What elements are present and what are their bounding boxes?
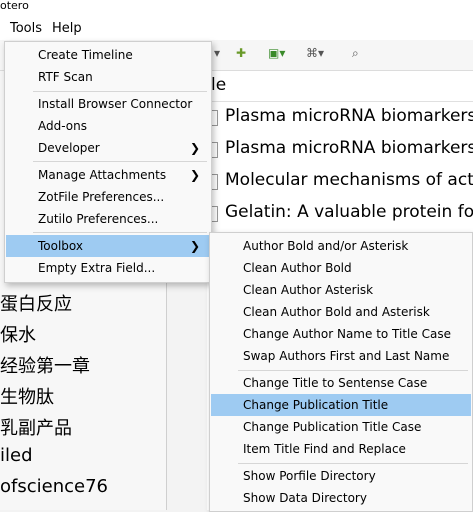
submenu-item-author-name-title-case[interactable]: Change Author Name to Title Case	[211, 323, 471, 345]
collection-item[interactable]: 乳副产品	[0, 414, 72, 440]
menu-separator	[238, 463, 468, 464]
new-item-icon[interactable]: ✚	[236, 46, 246, 60]
table-row[interactable]: Plasma microRNA biomarkers	[207, 135, 473, 165]
attachment-icon[interactable]: ⌘▾	[306, 46, 324, 60]
submenu-item-swap-authors[interactable]: Swap Authors First and Last Name	[211, 345, 471, 367]
menu-help[interactable]: Help	[52, 21, 82, 36]
collection-item[interactable]: ofscience76	[0, 476, 108, 497]
collection-item[interactable]: 保水	[0, 321, 36, 347]
title-bar: otero	[0, 0, 473, 18]
add-attachment-icon[interactable]: ▣▾	[268, 46, 285, 60]
menu-item-create-timeline[interactable]: Create Timeline	[6, 44, 210, 66]
menu-separator	[238, 370, 468, 371]
collection-item[interactable]: 蛋白反应	[0, 290, 72, 316]
menu-item-add-ons[interactable]: Add-ons	[6, 115, 210, 137]
menu-separator	[33, 232, 207, 233]
submenu-item-author-bold-asterisk[interactable]: Author Bold and/or Asterisk	[211, 235, 471, 257]
menu-separator	[33, 161, 207, 162]
submenu-item-change-publication-title[interactable]: Change Publication Title	[211, 394, 471, 416]
item-title: Molecular mechanisms of act	[225, 170, 473, 190]
table-row[interactable]: Gelatin: A valuable protein fo	[207, 199, 473, 229]
submenu-item-show-profile-directory[interactable]: Show Porfile Directory	[211, 465, 471, 487]
menu-tools[interactable]: Tools	[10, 21, 42, 36]
item-title: Plasma microRNA biomarkers	[225, 138, 473, 158]
menu-item-install-browser-connector[interactable]: Install Browser Connector	[6, 93, 210, 115]
menu-item-developer[interactable]: Developer ❯	[6, 137, 210, 159]
submenu-item-clean-author-asterisk[interactable]: Clean Author Asterisk	[211, 279, 471, 301]
tools-menu: Create Timeline RTF Scan Install Browser…	[4, 41, 212, 283]
toolbox-submenu: Author Bold and/or Asterisk Clean Author…	[209, 232, 473, 512]
dropdown-arrow-icon[interactable]: ▾	[214, 46, 220, 60]
submenu-item-clean-author-bold[interactable]: Clean Author Bold	[211, 257, 471, 279]
collection-item[interactable]: 生物肽	[0, 383, 54, 409]
table-row[interactable]: Plasma microRNA biomarkers	[207, 103, 473, 133]
item-title: Plasma microRNA biomarkers	[225, 106, 473, 126]
menu-item-manage-attachments[interactable]: Manage Attachments ❯	[6, 164, 210, 186]
collection-item[interactable]: iled	[0, 445, 33, 466]
menu-bar: Tools Help	[0, 18, 473, 40]
chevron-right-icon: ❯	[189, 239, 200, 253]
menu-item-rtf-scan[interactable]: RTF Scan	[6, 66, 210, 88]
menu-item-zotfile-preferences[interactable]: ZotFile Preferences...	[6, 186, 210, 208]
search-icon[interactable]: ⌕	[352, 46, 359, 61]
window-title: otero	[0, 0, 29, 12]
menu-item-zutilo-preferences[interactable]: Zutilo Preferences...	[6, 208, 210, 230]
menu-separator	[33, 91, 207, 92]
item-title: Gelatin: A valuable protein fo	[225, 202, 473, 222]
submenu-item-title-find-replace[interactable]: Item Title Find and Replace	[211, 438, 471, 460]
chevron-right-icon: ❯	[189, 168, 200, 182]
collection-item[interactable]: 经验第一章	[0, 352, 90, 378]
column-header-title[interactable]: le	[207, 71, 473, 102]
submenu-item-clean-author-bold-asterisk[interactable]: Clean Author Bold and Asterisk	[211, 301, 471, 323]
table-row[interactable]: Molecular mechanisms of act	[207, 167, 473, 197]
menu-item-empty-extra-field[interactable]: Empty Extra Field...	[6, 257, 210, 279]
submenu-item-show-data-directory[interactable]: Show Data Directory	[211, 487, 471, 509]
menu-item-toolbox[interactable]: Toolbox ❯	[6, 235, 210, 257]
submenu-item-title-sentence-case[interactable]: Change Title to Sentense Case	[211, 372, 471, 394]
chevron-right-icon: ❯	[189, 141, 200, 155]
submenu-item-publication-title-case[interactable]: Change Publication Title Case	[211, 416, 471, 438]
